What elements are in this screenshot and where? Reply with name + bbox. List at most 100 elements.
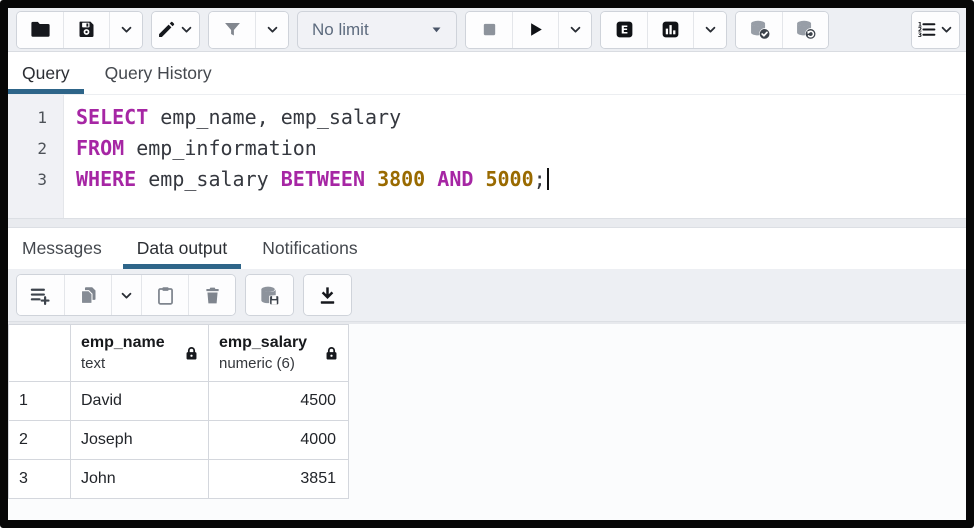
paste-button[interactable]	[141, 275, 188, 315]
chevron-down-icon	[702, 21, 719, 38]
text-cursor	[547, 168, 549, 190]
open-file-button[interactable]	[17, 12, 63, 48]
sql-code-line[interactable]: WHERE emp_salary BETWEEN 3800 AND 5000;	[76, 164, 966, 195]
sql-code-area[interactable]: SELECT emp_name, emp_salaryFROM emp_info…	[64, 95, 966, 218]
sql-token-kw: SELECT	[76, 105, 148, 129]
explain-analyze-button[interactable]	[647, 12, 693, 48]
tab-query-label: Query	[22, 63, 70, 84]
save-file-button[interactable]	[63, 12, 109, 48]
svg-text:3: 3	[918, 32, 922, 39]
macros-group: 123	[911, 11, 960, 49]
sql-code-line[interactable]: FROM emp_information	[76, 133, 966, 164]
row-number-cell[interactable]: 1	[9, 382, 71, 421]
filter-icon	[222, 19, 243, 40]
query-tool-window: No limitE123 QueryQuery History 123 SELE…	[0, 0, 974, 528]
rollback-icon	[794, 18, 817, 41]
chevron-down-icon	[178, 21, 195, 38]
execute-button[interactable]	[512, 12, 558, 48]
svg-text:E: E	[620, 24, 627, 37]
sql-editor[interactable]: 123 SELECT emp_name, emp_salaryFROM emp_…	[8, 95, 966, 218]
sql-token-pl: emp_salary	[136, 167, 281, 191]
tab-messages[interactable]: Messages	[8, 228, 116, 269]
row-number-cell[interactable]: 2	[9, 421, 71, 460]
sql-token-kw: FROM	[76, 136, 124, 160]
filter-options-dropdown[interactable]	[255, 12, 288, 48]
column-name: emp_name	[81, 332, 183, 354]
chevron-down-icon	[567, 21, 584, 38]
save-options-dropdown[interactable]	[109, 12, 142, 48]
macros-button[interactable]: 123	[912, 12, 959, 48]
edit-data-group	[16, 274, 236, 316]
data-cell-emp_salary[interactable]: 3851	[209, 460, 349, 499]
copy-options-dropdown[interactable]	[111, 275, 141, 315]
file-group	[16, 11, 143, 49]
sql-token-kw: WHERE	[76, 167, 136, 191]
chevron-down-icon	[118, 21, 135, 38]
row-number-cell[interactable]: 3	[9, 460, 71, 499]
sql-code-line[interactable]: SELECT emp_name, emp_salary	[76, 102, 966, 133]
tab-data-output[interactable]: Data output	[123, 228, 241, 269]
tab-data-output-label: Data output	[137, 238, 227, 259]
table-row: 3John3851	[9, 460, 349, 499]
chevron-down-icon	[118, 287, 135, 304]
column-header-emp_salary[interactable]: emp_salarynumeric (6)	[209, 325, 349, 382]
tab-notifications[interactable]: Notifications	[248, 228, 371, 269]
commit-icon	[748, 18, 771, 41]
sql-token-kw: BETWEEN	[281, 167, 365, 191]
sql-token-pl	[425, 167, 437, 191]
delete-row-button[interactable]	[188, 275, 235, 315]
commit-button[interactable]	[736, 12, 782, 48]
edit-button[interactable]	[152, 12, 199, 48]
line-number: 3	[8, 164, 63, 195]
column-type: text	[81, 354, 183, 374]
tab-query-history[interactable]: Query History	[91, 52, 226, 94]
explain-button[interactable]: E	[601, 12, 647, 48]
grid-corner-cell[interactable]	[9, 325, 71, 382]
explain-analyze-icon	[660, 19, 681, 40]
data-cell-emp_salary[interactable]: 4000	[209, 421, 349, 460]
line-number: 1	[8, 102, 63, 133]
save-data-changes-button[interactable]	[246, 275, 293, 315]
sql-token-num: 3800	[377, 167, 425, 191]
lock-icon	[183, 345, 200, 362]
download-icon	[316, 284, 339, 307]
table-row: 2Joseph4000	[9, 421, 349, 460]
filter-group	[208, 11, 289, 49]
copy-icon	[78, 285, 99, 306]
chevron-down-icon	[264, 21, 281, 38]
add-row-button[interactable]	[17, 275, 64, 315]
tab-messages-label: Messages	[22, 238, 102, 259]
paste-icon	[155, 285, 176, 306]
results-tab-bar: Messages Data output Notifications	[8, 228, 966, 269]
play-icon	[525, 19, 546, 40]
data-cell-emp_salary[interactable]: 4500	[209, 382, 349, 421]
tab-query[interactable]: Query	[8, 52, 84, 94]
row-limit-select[interactable]: No limit	[297, 11, 457, 49]
filter-button[interactable]	[209, 12, 255, 48]
lock-icon	[323, 345, 340, 362]
add-row-icon	[29, 284, 52, 307]
explain-options-dropdown[interactable]	[693, 12, 726, 48]
caret-down-icon	[427, 20, 446, 39]
edit-group	[151, 11, 200, 49]
data-cell-emp_name[interactable]: John	[71, 460, 209, 499]
save-data-group	[245, 274, 294, 316]
panel-splitter[interactable]	[8, 218, 966, 228]
save-icon	[76, 19, 97, 40]
chevron-down-icon	[938, 21, 955, 38]
sql-token-pl: emp_information	[124, 136, 317, 160]
table-row: 1David4500	[9, 382, 349, 421]
download-results-button[interactable]	[304, 275, 351, 315]
copy-button[interactable]	[64, 275, 111, 315]
execute-options-dropdown[interactable]	[558, 12, 591, 48]
folder-icon	[29, 18, 52, 41]
query-tab-bar: Query Query History	[8, 52, 966, 95]
stop-button[interactable]	[466, 12, 512, 48]
column-header-emp_name[interactable]: emp_nametext	[71, 325, 209, 382]
data-cell-emp_name[interactable]: David	[71, 382, 209, 421]
query-toolbar: No limit E 123	[8, 8, 966, 52]
rollback-button[interactable]	[782, 12, 828, 48]
data-cell-emp_name[interactable]: Joseph	[71, 421, 209, 460]
row-limit-value: No limit	[312, 20, 427, 40]
explain-icon: E	[614, 19, 635, 40]
